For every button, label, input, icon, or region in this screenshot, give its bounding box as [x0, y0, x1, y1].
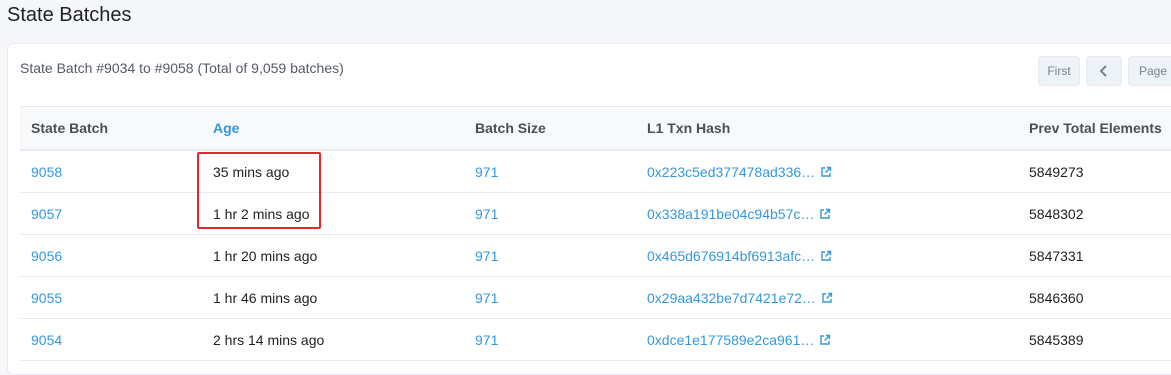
header-l1-txn-hash: L1 Txn Hash [647, 120, 731, 136]
state-batch-link[interactable]: 9057 [31, 193, 62, 234]
l1-txn-hash-link[interactable]: 0x29aa432be7d7421e72… [647, 290, 816, 306]
l1-txn-hash-cell: 0x29aa432be7d7421e72… [647, 277, 833, 318]
table-row: 9057 1 hr 2 mins ago 971 0x338a191be04c9… [20, 193, 1171, 235]
state-batch-link[interactable]: 9058 [31, 151, 62, 192]
l1-txn-hash-cell: 0xdce1e177589e2ca961… [647, 319, 831, 360]
external-link-icon[interactable] [821, 292, 833, 304]
batch-age: 1 hr 20 mins ago [213, 247, 318, 264]
batch-summary: State Batch #9034 to #9058 (Total of 9,0… [20, 60, 344, 76]
state-batch-link[interactable]: 9054 [31, 319, 62, 360]
state-batches-card: State Batch #9034 to #9058 (Total of 9,0… [7, 43, 1171, 375]
batch-size-link[interactable]: 971 [475, 277, 498, 318]
prev-total-elements: 5847331 [1029, 247, 1084, 264]
l1-txn-hash-cell: 0x338a191be04c94b57c… [647, 193, 831, 234]
header-age[interactable]: Age [213, 107, 239, 149]
external-link-icon[interactable] [819, 208, 831, 220]
table-row: 9055 1 hr 46 mins ago 971 0x29aa432be7d7… [20, 277, 1171, 319]
state-batch-link[interactable]: 9055 [31, 277, 62, 318]
first-page-button[interactable]: First [1038, 56, 1080, 86]
external-link-icon[interactable] [820, 250, 832, 262]
l1-txn-hash-link[interactable]: 0xdce1e177589e2ca961… [647, 332, 814, 348]
external-link-icon[interactable] [819, 334, 831, 346]
table-row: 9054 2 hrs 14 mins ago 971 0xdce1e177589… [20, 319, 1171, 361]
batch-size-link[interactable]: 971 [475, 151, 498, 192]
state-batches-table: State Batch Age Batch Size L1 Txn Hash P… [20, 106, 1171, 361]
table-row: 9058 35 mins ago 971 0x223c5ed377478ad33… [20, 151, 1171, 193]
batch-age: 2 hrs 14 mins ago [213, 331, 325, 348]
l1-txn-hash-link[interactable]: 0x223c5ed377478ad336… [647, 164, 815, 180]
l1-txn-hash-link[interactable]: 0x465d676914bf6913afc… [647, 248, 815, 264]
batch-age: 1 hr 46 mins ago [213, 289, 318, 306]
state-batch-link[interactable]: 9056 [31, 235, 62, 276]
l1-txn-hash-cell: 0x465d676914bf6913afc… [647, 235, 832, 276]
prev-total-elements: 5849273 [1029, 163, 1084, 180]
previous-page-button[interactable] [1086, 56, 1122, 86]
header-batch-size: Batch Size [475, 120, 546, 136]
header-prev-total-elements: Prev Total Elements [1029, 120, 1162, 136]
external-link-icon[interactable] [820, 166, 832, 178]
batch-size-link[interactable]: 971 [475, 319, 498, 360]
prev-total-elements: 5846360 [1029, 289, 1084, 306]
header-state-batch: State Batch [31, 120, 109, 136]
batch-size-link[interactable]: 971 [475, 235, 498, 276]
page-indicator: Page 1 [1128, 56, 1171, 86]
prev-total-elements: 5848302 [1029, 205, 1084, 222]
table-row: 9056 1 hr 20 mins ago 971 0x465d676914bf… [20, 235, 1171, 277]
batch-age: 35 mins ago [213, 163, 290, 180]
chevron-left-icon [1099, 65, 1107, 77]
page-title: State Batches [7, 4, 132, 26]
l1-txn-hash-link[interactable]: 0x338a191be04c94b57c… [647, 206, 814, 222]
prev-total-elements: 5845389 [1029, 331, 1084, 348]
table-header: State Batch Age Batch Size L1 Txn Hash P… [20, 107, 1171, 151]
batch-size-link[interactable]: 971 [475, 193, 498, 234]
pagination: First Page 1 [1038, 56, 1171, 86]
batch-age: 1 hr 2 mins ago [213, 205, 310, 222]
l1-txn-hash-cell: 0x223c5ed377478ad336… [647, 151, 832, 192]
